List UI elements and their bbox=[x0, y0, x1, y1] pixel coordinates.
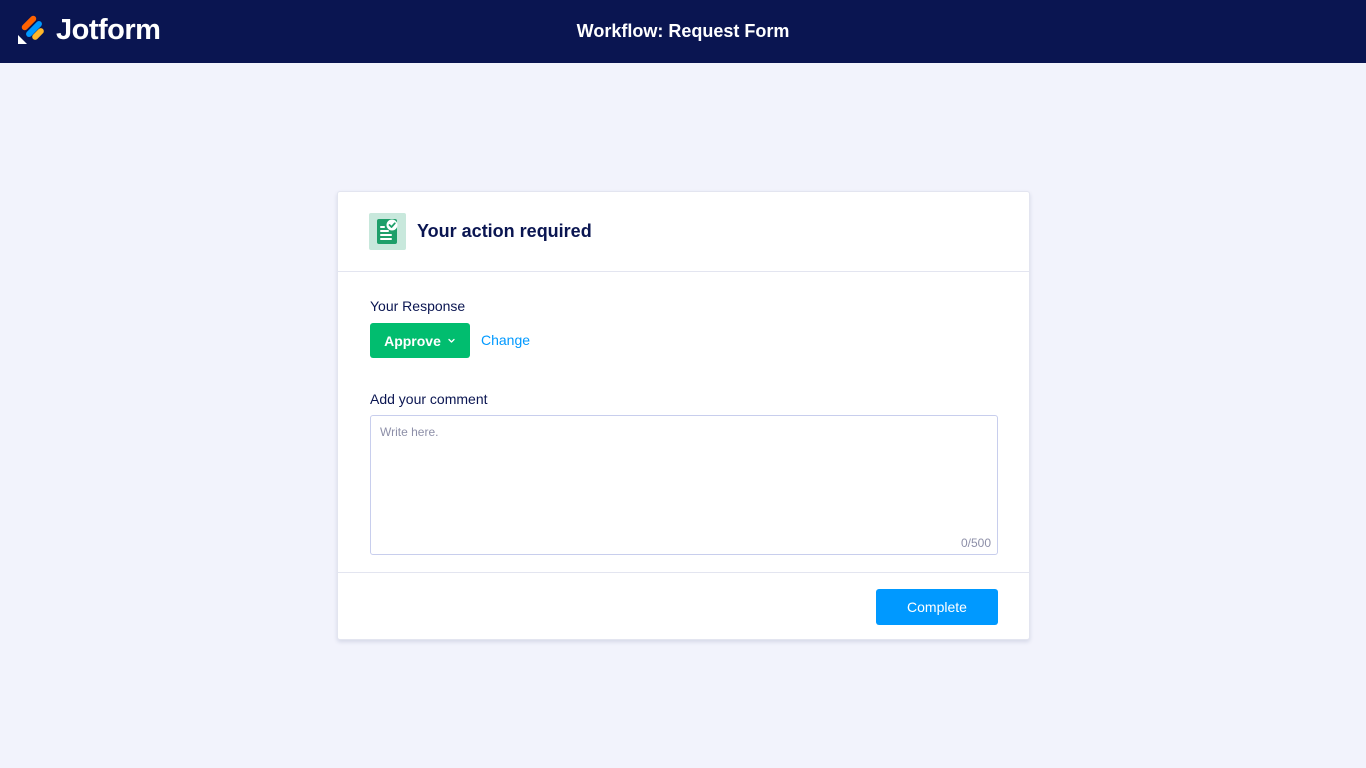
comment-box: 0/500 bbox=[370, 415, 998, 555]
complete-button[interactable]: Complete bbox=[876, 589, 998, 625]
response-label: Your Response bbox=[370, 298, 466, 314]
card-title: Your action required bbox=[417, 221, 592, 241]
card-footer: Complete bbox=[338, 572, 1029, 640]
comment-label: Add your comment bbox=[370, 391, 488, 407]
card-header: Your action required bbox=[338, 192, 1029, 272]
top-bar: Jotform Workflow: Request Form bbox=[0, 0, 1366, 63]
approval-document-icon bbox=[369, 213, 406, 250]
change-link[interactable]: Change bbox=[481, 332, 530, 348]
page-title: Workflow: Request Form bbox=[576, 21, 790, 41]
approve-dropdown-button[interactable]: Approve bbox=[370, 323, 470, 358]
comment-input[interactable] bbox=[371, 416, 997, 554]
action-card: Your action required Your Response Appro… bbox=[337, 191, 1030, 640]
chevron-down-icon bbox=[448, 338, 455, 343]
approve-label: Approve bbox=[384, 332, 441, 349]
character-counter: 0/500 bbox=[954, 533, 996, 553]
